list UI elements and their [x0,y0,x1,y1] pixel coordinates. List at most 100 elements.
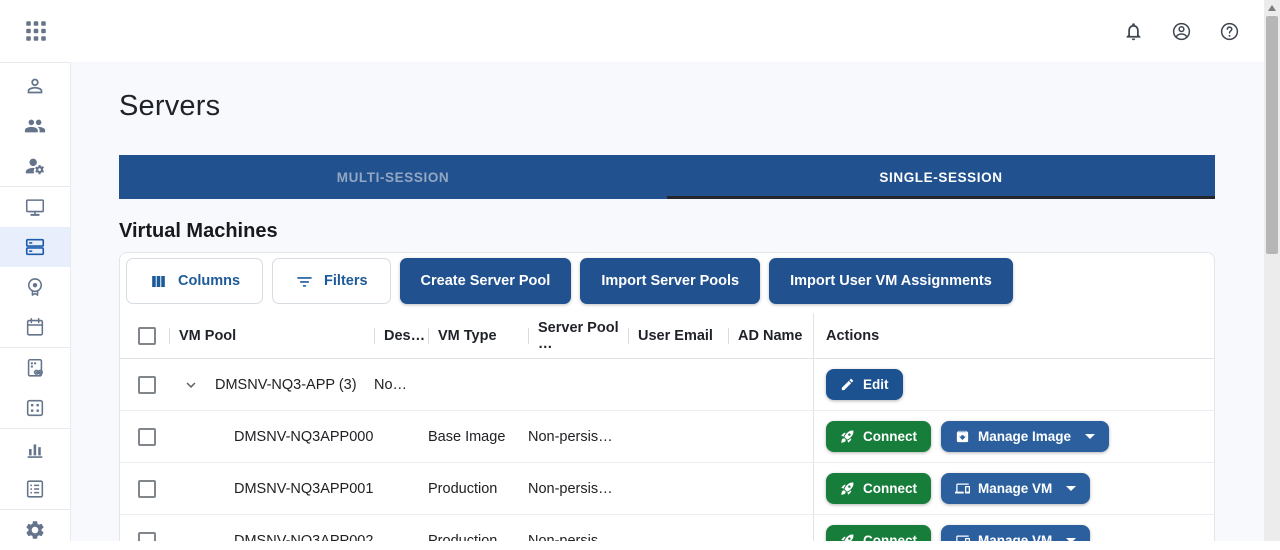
expand-row-button[interactable] [181,375,201,395]
bar-chart-icon [24,438,46,460]
header-vm-type[interactable]: VM Type [428,313,528,358]
columns-button-label: Columns [178,273,240,289]
header-vm-pool[interactable]: VM Pool [169,313,374,358]
manage-image-button[interactable]: Manage Image [941,421,1109,452]
sidebar-item-servers[interactable] [0,227,70,267]
connect-button[interactable]: Connect [826,421,931,452]
group-icon [24,115,46,137]
server-pool-type: Non-persis… [528,463,628,514]
header-server-pool-type[interactable]: Server Pool … [528,313,628,358]
vertical-scrollbar[interactable] [1264,0,1280,541]
table-row: DMSNV-NQ3APP001 Production Non-persis… C… [120,463,1214,515]
create-server-pool-button[interactable]: Create Server Pool [400,258,572,304]
edit-button[interactable]: Edit [826,369,903,400]
page-title: Servers [119,90,220,123]
desktop-icon [24,196,46,218]
devices-icon [955,533,970,541]
scrollbar-thumb[interactable] [1266,16,1278,254]
bell-icon [1123,21,1144,42]
vm-type: Production [428,515,528,541]
filters-button-label: Filters [324,273,368,289]
rocket-icon [840,481,855,496]
rocket-icon [840,429,855,444]
account-button[interactable] [1162,12,1200,50]
sidebar-item-app-links[interactable] [0,348,70,388]
scroll-up-arrow-icon[interactable] [1268,5,1276,11]
app-link-icon [24,357,46,379]
devices-icon [955,481,970,496]
app-launcher-button[interactable] [0,0,71,62]
vm-type: Production [428,463,528,514]
filter-icon [295,272,314,291]
sidebar-item-schedule[interactable] [0,307,70,347]
calendar-icon [24,316,46,338]
vm-name: DMSNV-NQ3APP000 [234,429,373,445]
notifications-button[interactable] [1114,12,1152,50]
sidebar-item-certificates[interactable] [0,267,70,307]
sidebar-item-desktops[interactable] [0,187,70,227]
header-user-email[interactable]: User Email [628,313,728,358]
chevron-down-icon [182,376,200,394]
sidebar-item-reports[interactable] [0,429,70,469]
sidebar-item-settings[interactable] [0,510,70,550]
apps-box-icon [24,397,46,419]
manage-vm-button[interactable]: Manage VM [941,525,1090,541]
manage-accounts-icon [24,155,46,177]
row-checkbox[interactable] [138,428,156,446]
sidebar-item-user-settings[interactable] [0,146,70,186]
vm-description: No… [374,359,428,410]
row-checkbox[interactable] [138,376,156,394]
header-ad-name[interactable]: AD Name [728,313,813,358]
account-circle-icon [1171,21,1192,42]
columns-icon [149,272,168,291]
filters-button[interactable]: Filters [272,258,391,304]
rocket-icon [840,533,855,541]
select-all-checkbox[interactable] [138,327,156,345]
header-actions: Actions [813,313,1214,358]
server-pool-type: Non-persis… [528,411,628,462]
manage-vm-button[interactable]: Manage VM [941,473,1090,504]
sidebar-nav [0,62,71,541]
tab-multi-session[interactable]: MULTI-SESSION [119,155,667,199]
dropdown-caret-icon [1085,434,1095,439]
vm-type: Base Image [428,411,528,462]
import-server-pools-button[interactable]: Import Server Pools [580,258,760,304]
import-user-vm-assignments-button[interactable]: Import User VM Assignments [769,258,1013,304]
sidebar-item-users[interactable] [0,66,70,106]
row-checkbox[interactable] [138,532,156,542]
tab-single-session[interactable]: SINGLE-SESSION [667,155,1215,199]
table-toolbar: Columns Filters Create Server Pool Impor… [120,253,1214,313]
vm-name: DMSNV-NQ3APP001 [234,481,373,497]
main-content: Servers MULTI-SESSION SINGLE-SESSION Vir… [71,62,1264,541]
archive-box-icon [955,429,970,444]
servers-icon [24,236,46,258]
sidebar-item-logs[interactable] [0,469,70,509]
table-row: DMSNV-NQ3APP002 Production Non-persis… C… [120,515,1214,541]
dropdown-caret-icon [1066,486,1076,491]
virtual-machines-card: Columns Filters Create Server Pool Impor… [119,252,1215,541]
table-row: DMSNV-NQ3APP000 Base Image Non-persis… C… [120,411,1214,463]
sidebar-item-groups[interactable] [0,106,70,146]
help-button[interactable] [1210,12,1248,50]
vm-name: DMSNV-NQ3APP002 [234,533,373,542]
header-description[interactable]: Des… [374,313,428,358]
table-row: DMSNV-NQ3-APP (3) No… Edit [120,359,1214,411]
user-icon [24,75,46,97]
gear-icon [24,519,46,541]
help-icon [1219,21,1240,42]
session-tabbar: MULTI-SESSION SINGLE-SESSION [119,155,1215,199]
table-header-row: VM Pool Des… VM Type Server Pool … User … [120,313,1214,359]
pencil-icon [840,377,855,392]
top-bar [0,0,1280,62]
badge-icon [24,276,46,298]
logs-list-icon [24,478,46,500]
connect-button[interactable]: Connect [826,525,931,541]
connect-button[interactable]: Connect [826,473,931,504]
sidebar-item-applications[interactable] [0,388,70,428]
row-checkbox[interactable] [138,480,156,498]
columns-button[interactable]: Columns [126,258,263,304]
vm-pool-name: DMSNV-NQ3-APP (3) [215,377,357,393]
server-pool-type: Non-persis… [528,515,628,541]
apps-grid-icon [23,18,49,44]
section-title: Virtual Machines [119,220,278,243]
